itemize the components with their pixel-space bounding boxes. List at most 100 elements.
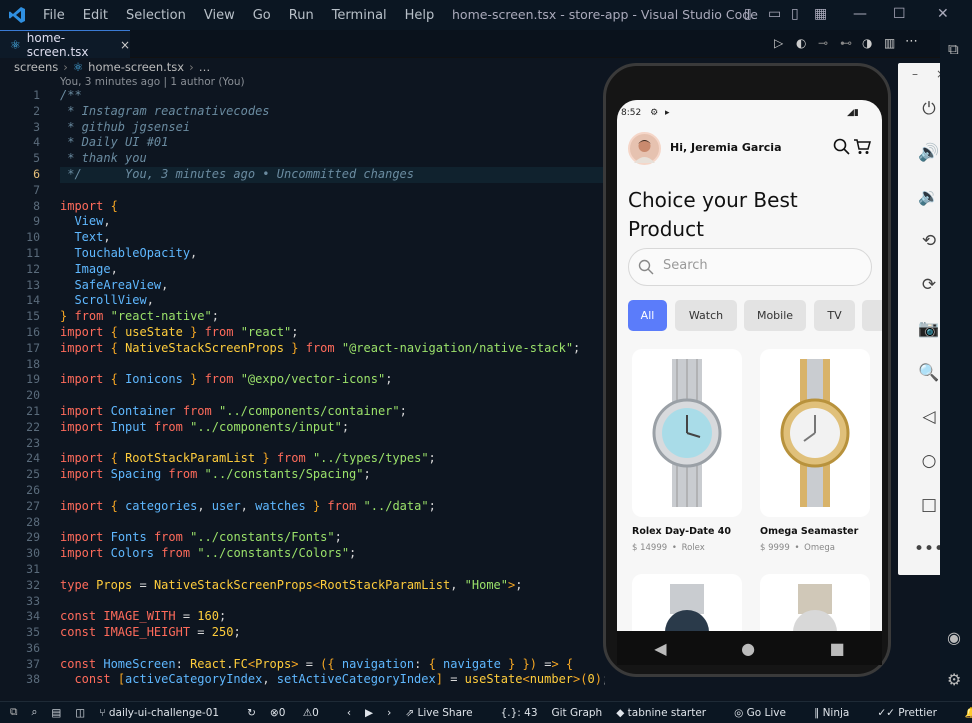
layout-secondary-icon[interactable]: ▯ [791, 6, 799, 22]
menu-file[interactable]: File [43, 8, 65, 23]
code-line[interactable]: * Daily UI #01 [60, 135, 605, 151]
code-line[interactable]: */ You, 3 minutes ago • Uncommitted chan… [60, 166, 605, 183]
code-line[interactable] [60, 641, 605, 657]
more-actions-icon[interactable]: ⋯ [905, 34, 918, 49]
tab-home-screen[interactable]: ⚛ home-screen.tsx × [0, 30, 130, 59]
gear-icon[interactable]: ⚙ [947, 670, 961, 689]
category-chip-more[interactable] [862, 300, 882, 331]
camera-icon[interactable]: 📷 [917, 317, 941, 341]
layout-sidebar-icon[interactable]: ▯ [744, 6, 752, 22]
git-branch-indicator[interactable]: ⑂ daily-ui-challenge-01 [99, 707, 233, 719]
close-tab-icon[interactable]: × [120, 38, 130, 52]
open-changes-icon[interactable]: ◐ [796, 36, 806, 50]
close-icon[interactable]: ✕ [937, 6, 949, 22]
code-line[interactable]: * github jgsensei [60, 120, 605, 136]
code-line[interactable]: const HomeScreen: React.FC<Props> = ({ n… [60, 657, 605, 673]
code-line[interactable]: TouchableOpacity, [60, 246, 605, 262]
layout-panel-icon[interactable]: ▭ [768, 6, 781, 22]
notifications-icon[interactable]: 🔔 [965, 706, 972, 719]
code-line[interactable]: SafeAreaView, [60, 278, 605, 294]
code-line[interactable]: import { [60, 199, 605, 215]
git-next-icon[interactable]: ⊷ [840, 36, 852, 50]
code-line[interactable]: const [activeCategoryIndex, setActiveCat… [60, 672, 605, 688]
code-line[interactable] [60, 515, 605, 531]
extensions-icon[interactable]: ◫ [75, 707, 85, 719]
product-card[interactable] [632, 574, 742, 634]
category-chip-tv[interactable]: TV [814, 300, 855, 331]
run-icon[interactable]: ▷ [774, 36, 783, 50]
breadcrumb-symbol[interactable]: … [199, 60, 211, 74]
menu-edit[interactable]: Edit [83, 8, 108, 23]
overview-icon[interactable]: □ [917, 493, 941, 517]
code-line[interactable]: /** [60, 88, 605, 104]
ninja-button[interactable]: ∥ Ninja [814, 707, 863, 719]
search-icon[interactable]: ⌕ [32, 706, 38, 719]
split-editor-icon[interactable]: ▥ [884, 36, 895, 50]
code-line[interactable]: import { NativeStackScreenProps } from "… [60, 341, 605, 357]
code-line[interactable]: const IMAGE_WITH = 160; [60, 609, 605, 625]
account-icon[interactable]: ◉ [947, 628, 961, 647]
search-icon[interactable] [833, 138, 850, 159]
code-line[interactable]: import Spacing from "../constants/Spacin… [60, 467, 605, 483]
play-icon[interactable]: ▶ [365, 707, 373, 719]
code-line[interactable] [60, 483, 605, 499]
power-icon[interactable]: ⏻ [917, 97, 941, 121]
tabnine-button[interactable]: ◆ tabnine starter [616, 707, 720, 719]
git-blame-lens[interactable]: You, 3 minutes ago | 1 author (You) [60, 76, 245, 88]
category-chip-watch[interactable]: Watch [675, 300, 737, 331]
code-line[interactable]: Image, [60, 262, 605, 278]
code-line[interactable]: const IMAGE_HEIGHT = 250; [60, 625, 605, 641]
git-previous-icon[interactable]: ⊸ [818, 36, 828, 50]
code-line[interactable] [60, 183, 605, 199]
code-line[interactable]: type Props = NativeStackScreenProps<Root… [60, 578, 605, 594]
code-line[interactable]: import { Ionicons } from "@expo/vector-i… [60, 372, 605, 388]
code-line[interactable]: import Container from "../components/con… [60, 404, 605, 420]
code-line[interactable]: } from "react-native"; [60, 309, 605, 325]
live-share-button[interactable]: ⇗ Live Share [405, 707, 486, 719]
go-live-button[interactable]: ◎ Go Live [734, 707, 800, 719]
files-icon[interactable]: ▤ [51, 707, 61, 719]
code-line[interactable]: import { categories, user, watches } fro… [60, 499, 605, 515]
more-icon[interactable]: ••• [914, 537, 944, 561]
home-icon[interactable]: ○ [917, 449, 941, 473]
code-line[interactable]: import Colors from "../constants/Colors"… [60, 546, 605, 562]
breadcrumb-folder[interactable]: screens [14, 60, 58, 74]
code-line[interactable]: View, [60, 214, 605, 230]
menu-go[interactable]: Go [253, 8, 271, 23]
remote-icon[interactable]: ⧉ [10, 706, 18, 719]
menu-run[interactable]: Run [289, 8, 314, 23]
rotate-left-icon[interactable]: ⟲ [917, 229, 941, 253]
product-card[interactable] [632, 349, 742, 517]
menu-terminal[interactable]: Terminal [332, 8, 387, 23]
sync-icon[interactable]: ↻ [247, 707, 256, 719]
code-line[interactable]: import { useState } from "react"; [60, 325, 605, 341]
volume-up-icon[interactable]: 🔊 [917, 141, 941, 165]
code-editor[interactable]: /** * Instagram reactnativecodes * githu… [60, 88, 605, 688]
problems-indicator[interactable]: ⊗0 ⚠0 [270, 707, 333, 719]
volume-down-icon[interactable]: 🔉 [917, 185, 941, 209]
cart-icon[interactable] [853, 138, 871, 159]
zoom-icon[interactable]: 🔍 [917, 361, 941, 385]
maximize-icon[interactable]: ☐ [893, 6, 906, 22]
breadcrumb-file[interactable]: home-screen.tsx [88, 60, 184, 74]
copy-icon[interactable]: ⧉ [948, 40, 959, 58]
code-line[interactable]: ScrollView, [60, 293, 605, 309]
next-icon[interactable]: › [387, 707, 391, 719]
minimize-icon[interactable]: — [853, 6, 867, 22]
code-line[interactable]: import Input from "../components/input"; [60, 420, 605, 436]
code-line[interactable]: * thank you [60, 151, 605, 167]
back-icon[interactable]: ◀ [654, 639, 666, 658]
avatar[interactable] [628, 132, 661, 165]
code-line[interactable]: import Fonts from "../constants/Fonts"; [60, 530, 605, 546]
customize-layout-icon[interactable]: ▦ [814, 6, 827, 22]
menu-selection[interactable]: Selection [126, 8, 186, 23]
prettier-button[interactable]: ✓✓ Prettier [877, 707, 951, 719]
minimize-icon[interactable]: – [912, 67, 918, 81]
preview-icon[interactable]: ◑ [862, 36, 872, 50]
code-line[interactable]: * Instagram reactnativecodes [60, 104, 605, 120]
rotate-right-icon[interactable]: ⟳ [917, 273, 941, 297]
code-line[interactable]: import { RootStackParamList } from "../t… [60, 451, 605, 467]
code-line[interactable] [60, 388, 605, 404]
menu-help[interactable]: Help [405, 8, 435, 23]
menu-view[interactable]: View [204, 8, 235, 23]
